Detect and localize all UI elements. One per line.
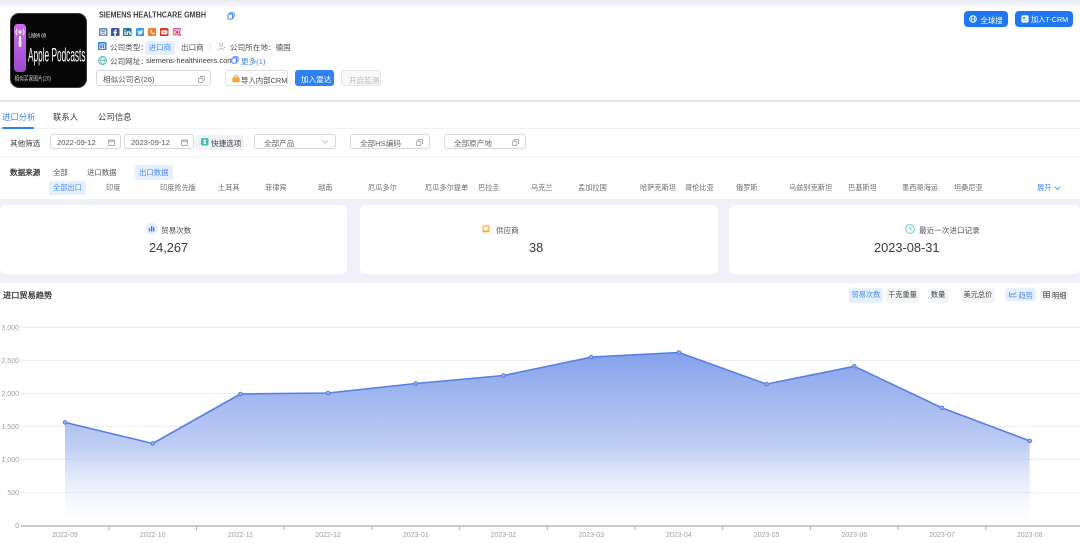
svg-text:2023-01: 2023-01 [403,532,429,539]
svg-text:2023-05: 2023-05 [754,532,780,539]
svg-text:SIEMENS HEALTHCARE GMBH: SIEMENS HEALTHCARE GMBH [99,9,206,19]
svg-text:0: 0 [15,523,19,530]
svg-text:相似买家图片(20): 相似买家图片(20) [14,74,51,82]
svg-text:1,000: 1,000 [1,457,19,464]
svg-text:2023-03: 2023-03 [578,532,604,539]
svg-text:2,000: 2,000 [1,391,19,398]
svg-text:1,500: 1,500 [1,424,19,431]
svg-text:Listen on: Listen on [29,31,47,40]
svg-text:500: 500 [7,490,19,497]
svg-text:2023-07: 2023-07 [929,532,955,539]
svg-text:2,500: 2,500 [1,358,19,365]
svg-text:2023-06: 2023-06 [841,532,867,539]
svg-text:2023-02: 2023-02 [491,532,517,539]
svg-text:Apple Podcasts: Apple Podcasts [28,45,86,67]
svg-text:2022-12: 2022-12 [315,532,341,539]
svg-text:2022-11: 2022-11 [228,532,253,539]
svg-text:3,000: 3,000 [1,325,19,332]
svg-text:2022-09: 2022-09 [52,532,78,539]
svg-text:2023-04: 2023-04 [666,532,692,539]
svg-text:2022-10: 2022-10 [140,532,166,539]
svg-text:2023-08: 2023-08 [1017,532,1043,539]
